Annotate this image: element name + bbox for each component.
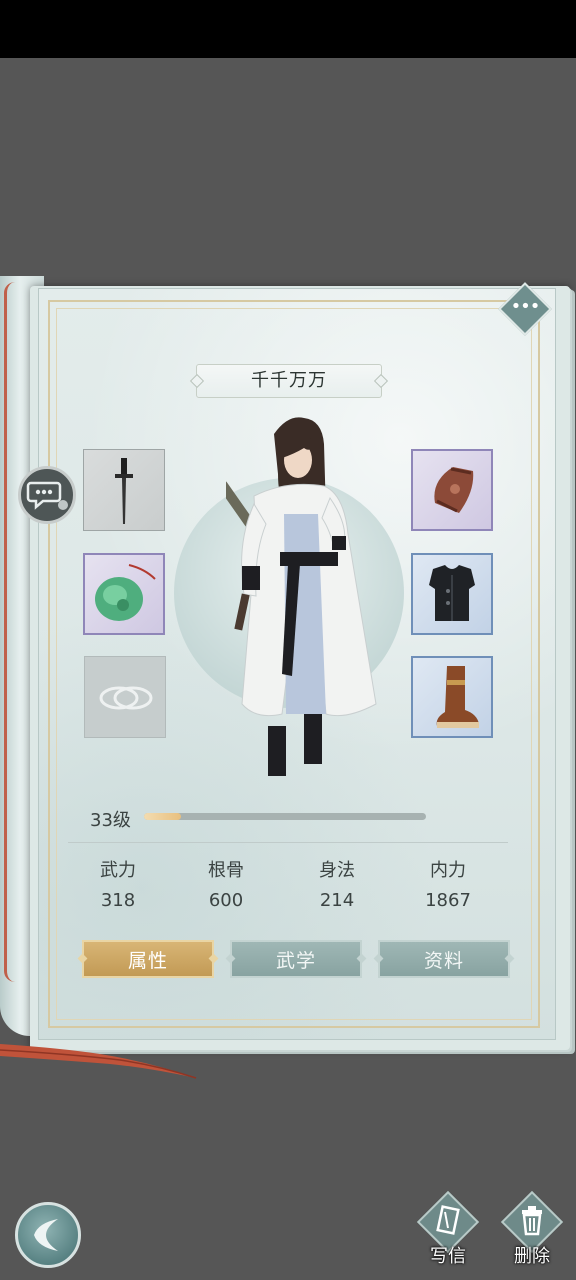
level-progress-bar: [144, 813, 426, 820]
write-letter-button[interactable]: 写信: [412, 1190, 484, 1272]
level-progress-fill: [144, 813, 181, 820]
stat-label: 武力: [100, 860, 136, 881]
tab-martial-arts[interactable]: 武学: [230, 940, 362, 978]
more-dots-icon: •••: [510, 296, 540, 317]
tab-attributes[interactable]: 属性: [82, 940, 214, 978]
delete-label: 删除: [514, 1246, 550, 1267]
write-letter-label: 写信: [430, 1246, 466, 1267]
bookmark-ribbon: [0, 1044, 197, 1079]
stat-label: 身法: [319, 860, 355, 881]
stat-gengu: 根骨 600: [181, 857, 271, 915]
back-arrow-icon: [34, 1219, 58, 1251]
jade-pendant-icon: [95, 564, 156, 621]
character-name: 千千万万: [251, 370, 327, 391]
slot-ring[interactable]: [84, 656, 166, 738]
slot-armor[interactable]: [411, 553, 493, 635]
stat-value: 318: [100, 890, 136, 911]
stat-wuli: 武力 318: [73, 857, 163, 915]
chat-bubble-icon: [26, 481, 68, 510]
stat-label: 根骨: [208, 860, 244, 881]
leather-boots-icon: [436, 666, 479, 728]
character-portrait[interactable]: [226, 414, 386, 786]
slot-accessory[interactable]: [83, 553, 165, 635]
stat-value: 1867: [425, 890, 471, 911]
tab-profile[interactable]: 资料: [378, 940, 510, 978]
slot-boots[interactable]: [411, 656, 493, 738]
stat-neili: 内力 1867: [403, 857, 493, 915]
stat-shenfa: 身法 214: [292, 857, 382, 915]
dagger-icon: [115, 458, 133, 524]
chat-button[interactable]: [18, 466, 76, 524]
rings-icon: [99, 686, 153, 710]
back-button[interactable]: [15, 1202, 81, 1268]
trash-icon: [522, 1206, 542, 1236]
stats-divider: [68, 842, 508, 843]
character-name-plate: 千千万万: [196, 364, 382, 398]
delete-button[interactable]: 删除: [496, 1190, 568, 1272]
slot-weapon[interactable]: [83, 449, 165, 531]
status-bar: [0, 0, 576, 58]
stat-value: 214: [319, 890, 355, 911]
stat-value: 600: [208, 890, 244, 911]
black-vest-icon: [429, 565, 475, 621]
letter-icon: [436, 1205, 460, 1235]
stat-label: 内力: [430, 860, 466, 881]
leather-bracer-icon: [434, 467, 474, 513]
level-label: 33级: [90, 810, 131, 831]
slot-bracer[interactable]: [411, 449, 493, 531]
